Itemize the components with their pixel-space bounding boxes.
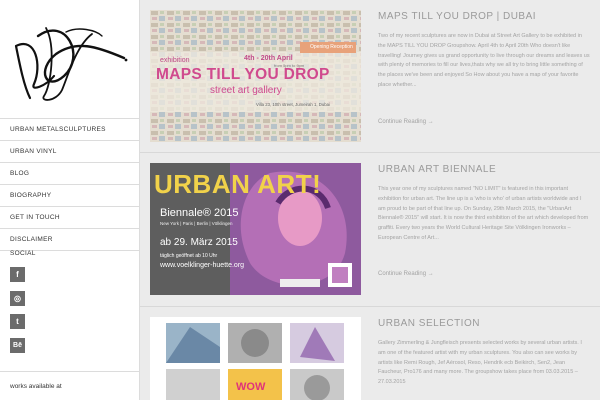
post-excerpt: Gallery Zimmerling & Jungfleisch present… xyxy=(378,340,582,386)
opening-hours-label: täglich geöffnet ab 10 Uhr xyxy=(160,253,218,259)
biennale-label: Biennale® 2015 xyxy=(160,207,239,219)
nav-item-get-in-touch[interactable]: GET IN TOUCH xyxy=(0,207,140,229)
nav-item-urban-vinyl[interactable]: URBAN VINYL xyxy=(0,141,140,163)
post-thumbnail[interactable]: Opening Reception exhibition 4th - 20th … xyxy=(150,10,361,142)
facebook-icon[interactable]: f xyxy=(10,267,25,282)
post-excerpt: Two of my recent sculptures are now in D… xyxy=(378,33,590,88)
nav-label: GET IN TOUCH xyxy=(10,214,60,221)
nav-item-disclaimer[interactable]: DISCLAIMER xyxy=(0,229,140,251)
divider xyxy=(0,371,140,372)
post-thumbnail[interactable]: URBAN ART! Biennale® 2015 New York | Par… xyxy=(150,163,361,295)
nav-label: DISCLAIMER xyxy=(10,236,53,243)
post-maps-till-you-drop: Opening Reception exhibition 4th - 20th … xyxy=(140,0,600,153)
nav-item-blog[interactable]: BLOG xyxy=(0,163,140,185)
post-urban-art-biennale: URBAN ART! Biennale® 2015 New York | Par… xyxy=(140,153,600,307)
main-nav: URBAN METALSCULPTURES URBAN VINYL BLOG B… xyxy=(0,118,140,251)
instagram-icon[interactable]: ◎ xyxy=(10,291,25,306)
website-label: www.voelklinger-huette.org xyxy=(160,262,245,269)
signature-logo[interactable] xyxy=(6,6,136,106)
post-title[interactable]: URBAN ART BIENNALE xyxy=(378,164,496,175)
nav-label: URBAN VINYL xyxy=(10,148,57,155)
continue-reading-link[interactable]: Continue Reading → xyxy=(378,271,434,277)
gallery-label: street art gallery xyxy=(210,85,282,96)
social-heading: SOCIAL xyxy=(10,250,36,257)
address-label: Villa 23, 10th street, Jumeirah 1, Dubai xyxy=(256,102,330,107)
nav-label: BLOG xyxy=(10,170,30,177)
post-thumbnail[interactable]: WOW xyxy=(150,317,361,400)
behance-icon[interactable]: Bē xyxy=(10,338,25,353)
nav-label: URBAN METALSCULPTURES xyxy=(10,126,106,133)
post-title[interactable]: MAPS TILL YOU DROP | DUBAI xyxy=(378,11,536,22)
wow-artwork-text: WOW xyxy=(236,381,266,393)
dates-label: 4th - 20th April xyxy=(244,55,293,62)
sidebar: URBAN METALSCULPTURES URBAN VINYL BLOG B… xyxy=(0,0,140,400)
nav-label: BIOGRAPHY xyxy=(10,192,52,199)
nav-item-urban-metalsculptures[interactable]: URBAN METALSCULPTURES xyxy=(0,119,140,141)
twitter-icon[interactable]: t xyxy=(10,314,25,329)
headline: MAPS TILL YOU DROP xyxy=(156,66,330,83)
post-excerpt: This year one of my sculptures named "NO… xyxy=(378,186,589,241)
date-label: ab 29. März 2015 xyxy=(160,237,238,248)
cities-label: New York | Paris | Berlin | Völklingen xyxy=(160,221,233,226)
post-urban-selection: WOW URBAN SELECTION Gallery Zimmerling &… xyxy=(140,307,600,400)
post-title[interactable]: URBAN SELECTION xyxy=(378,318,480,329)
post-feed: Opening Reception exhibition 4th - 20th … xyxy=(140,0,600,400)
exhibition-label: exhibition xyxy=(160,57,190,64)
headline: URBAN ART! xyxy=(154,169,322,199)
continue-reading-link[interactable]: Continue Reading → xyxy=(378,119,434,125)
opening-badge: Opening Reception xyxy=(310,44,353,50)
nav-item-biography[interactable]: BIOGRAPHY xyxy=(0,185,140,207)
works-available-text: works available at xyxy=(10,383,62,390)
